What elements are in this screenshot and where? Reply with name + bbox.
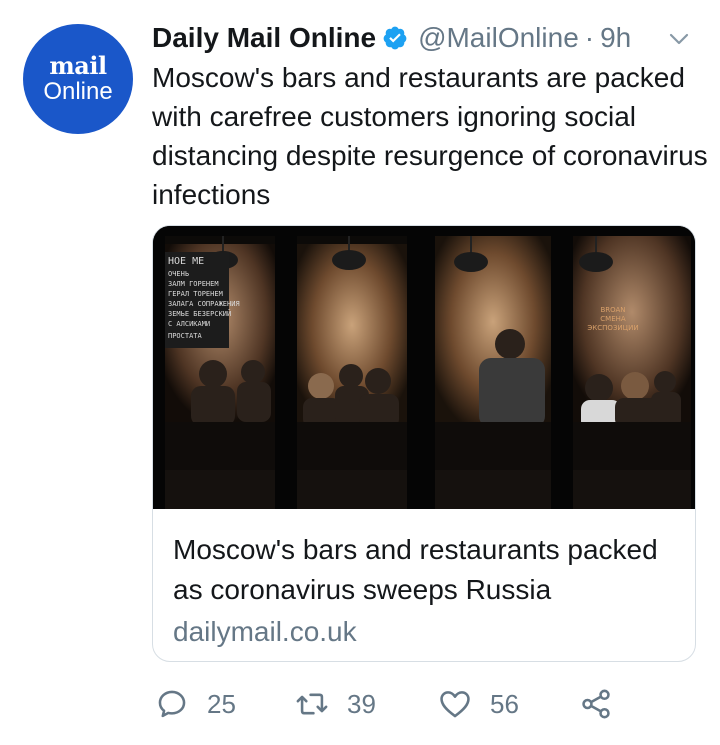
wall-sign-line: ЭКСПОЗИЦИИ (587, 324, 638, 332)
heart-icon (440, 691, 470, 718)
menu-board-line: НОЕ МЕ (168, 256, 204, 267)
tweet-text: Moscow's bars and restaurants are packed… (152, 62, 708, 210)
menu-board-line: ГЕРАЛ ТОРЕНЕМ (168, 290, 223, 298)
card-domain: dailymail.co.uk (173, 616, 357, 647)
separator: · (584, 22, 595, 53)
wall-sign-line: СМЕНА (600, 315, 626, 323)
retweet-icon (296, 693, 328, 715)
menu-board-line: ПРОСТАТА (168, 332, 203, 340)
like-button[interactable]: 56 (438, 684, 519, 724)
menu-board-line: ЗЕМЬЕ БЕЗЕРСКИЙ (168, 309, 231, 318)
menu-board-line: ОЧЕНЬ (168, 270, 189, 278)
card-title[interactable]: Moscow's bars and restaurants packed as … (173, 530, 683, 610)
retweet-button[interactable]: 39 (295, 684, 376, 724)
avatar[interactable]: mail Online (23, 24, 133, 134)
handle[interactable]: @MailOnline (418, 22, 579, 54)
reply-icon (158, 690, 186, 718)
display-name[interactable]: Daily Mail Online (152, 22, 376, 54)
verified-badge-icon (383, 26, 407, 50)
like-count: 56 (490, 688, 519, 719)
timestamp[interactable]: 9h (600, 22, 631, 54)
retweet-count: 39 (347, 688, 376, 719)
tweet-header: Daily Mail Online @MailOnline · 9h (152, 18, 631, 58)
chevron-down-icon[interactable] (664, 24, 694, 54)
menu-board-line: ЗАЛАГА СОПРАЖЕНИЯ (168, 300, 240, 308)
avatar-brand-top: mail (49, 51, 107, 80)
share-button[interactable] (579, 684, 613, 724)
reply-button[interactable]: 25 (155, 684, 236, 724)
avatar-brand-bottom: Online (43, 78, 113, 105)
menu-board-line: С АЛСИКАМИ (168, 320, 210, 328)
link-card[interactable]: НОЕ МЕ ОЧЕНЬ ЗАЛМ ГОРЕНЕМ ГЕРАЛ ТОРЕНЕМ … (152, 225, 696, 662)
tweet-actions: 25 39 56 (155, 684, 615, 724)
card-image[interactable]: НОЕ МЕ ОЧЕНЬ ЗАЛМ ГОРЕНЕМ ГЕРАЛ ТОРЕНЕМ … (153, 226, 695, 509)
reply-count: 25 (207, 688, 236, 719)
wall-sign-line: BROAN (600, 306, 625, 314)
menu-board-line: ЗАЛМ ГОРЕНЕМ (168, 280, 219, 288)
tweet[interactable]: mail Online Daily Mail Online @MailOnlin… (0, 0, 720, 745)
card-body: Moscow's bars and restaurants packed as … (173, 530, 683, 652)
share-icon (582, 689, 610, 719)
